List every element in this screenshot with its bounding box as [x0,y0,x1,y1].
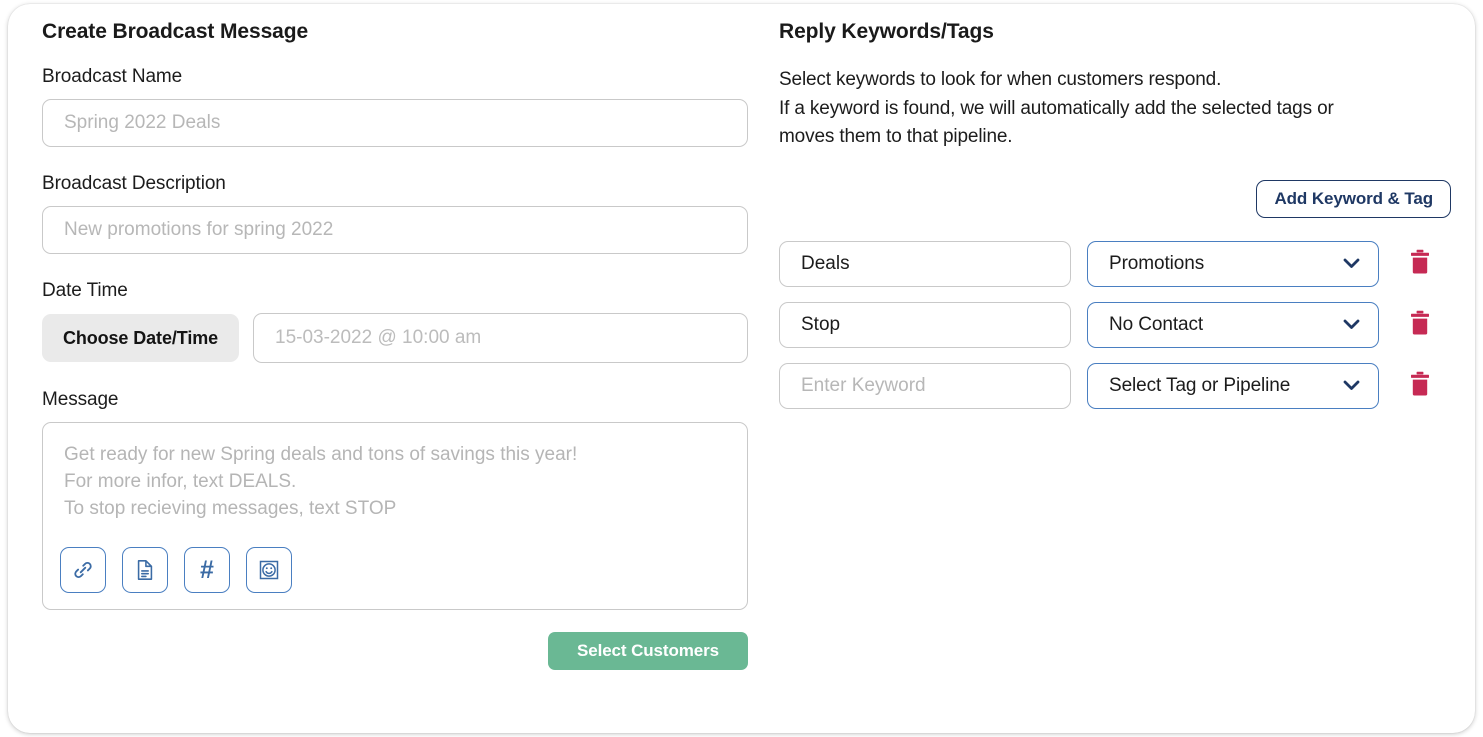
broadcast-description-input[interactable] [42,206,748,254]
message-placeholder-line-3: To stop recieving messages, text STOP [64,498,397,519]
tag-select-value: No Contact [1109,313,1204,335]
description-line-2: If a keyword is found, we will automatic… [779,97,1334,119]
hashtag-icon: # [200,555,214,584]
keyword-input[interactable] [779,240,1071,287]
delete-keyword-button[interactable] [1407,249,1433,279]
keyword-row: Promotions [779,240,1459,287]
date-time-row: Choose Date/Time [42,313,782,363]
choose-date-time-button[interactable]: Choose Date/Time [42,314,239,362]
delete-keyword-button[interactable] [1407,310,1433,340]
message-placeholder-line-1: Get ready for new Spring deals and tons … [64,444,578,465]
trash-icon [1409,371,1431,400]
tag-select-value: Select Tag or Pipeline [1109,374,1291,396]
page-title: Create Broadcast Message [42,20,309,43]
select-customers-button[interactable]: Select Customers [548,632,748,670]
keyword-input[interactable] [779,301,1071,348]
emoji-icon-button[interactable] [246,547,292,593]
add-keyword-tag-button[interactable]: Add Keyword & Tag [1256,179,1451,218]
trash-icon [1409,310,1431,339]
date-time-input[interactable] [253,313,748,363]
message-textarea[interactable]: Get ready for new Spring deals and tons … [42,422,748,610]
description-line-3: moves them to that pipeline. [779,126,1013,147]
chevron-down-icon [1343,375,1360,397]
date-time-label: Date Time [42,280,128,301]
tag-select[interactable]: No Contact [1087,301,1379,348]
link-icon [72,559,94,581]
keyword-input[interactable] [779,362,1071,409]
message-label: Message [42,389,119,410]
broadcast-name-input[interactable] [42,99,748,147]
reply-keywords-title: Reply Keywords/Tags [779,20,994,43]
document-icon [135,559,155,581]
description-line-1: Select keywords to look for when custome… [779,69,1222,90]
link-icon-button[interactable] [60,547,106,593]
delete-keyword-button[interactable] [1407,371,1433,401]
chevron-down-icon [1343,253,1360,275]
message-placeholder-line-2: For more infor, text DEALS. [64,471,297,492]
create-broadcast-panel: Create Broadcast Message Broadcast Name … [42,20,782,670]
tag-select[interactable]: Promotions [1087,240,1379,287]
broadcast-description-label: Broadcast Description [42,173,226,194]
document-icon-button[interactable] [122,547,168,593]
trash-icon [1409,249,1431,278]
add-keyword-row: Add Keyword & Tag [779,179,1451,218]
tag-select[interactable]: Select Tag or Pipeline [1087,362,1379,409]
emoji-icon [257,558,281,582]
message-toolbar: # [60,547,292,593]
keyword-row: Select Tag or Pipeline [779,362,1459,409]
broadcast-card: Create Broadcast Message Broadcast Name … [8,4,1475,733]
chevron-down-icon [1343,314,1360,336]
hashtag-icon-button[interactable]: # [184,547,230,593]
reply-keywords-panel: Reply Keywords/Tags Select keywords to l… [779,20,1459,424]
keyword-rows-list: Promotions [779,240,1459,409]
keyword-row: No Contact [779,301,1459,348]
submit-row: Select Customers [42,632,748,670]
broadcast-name-label: Broadcast Name [42,66,183,87]
tag-select-value: Promotions [1109,252,1205,274]
